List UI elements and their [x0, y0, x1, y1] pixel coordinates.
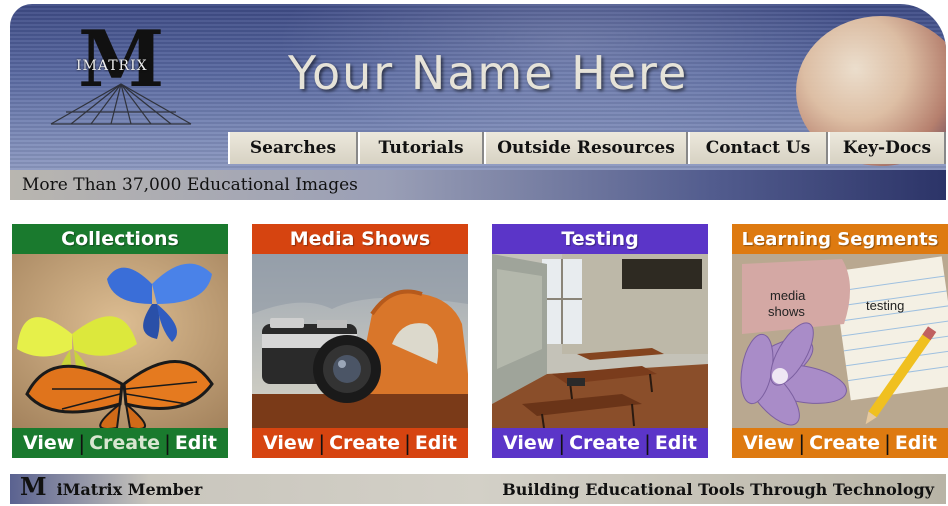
edit-link[interactable]: Edit	[891, 432, 941, 454]
footer-logo-icon: M	[20, 472, 47, 501]
logo-text: IMATRIX	[76, 58, 148, 74]
flower-collage-image[interactable]: media shows testing	[732, 254, 948, 428]
butterflies-image[interactable]	[12, 254, 228, 428]
separator: |	[164, 431, 171, 455]
separator: |	[318, 431, 326, 455]
card-learning-segments: Learning Segments media shows testing Vi…	[732, 224, 948, 458]
shows-label: shows	[768, 304, 805, 319]
tab-key-docs[interactable]: Key-Docs	[828, 132, 946, 164]
view-link[interactable]: View	[19, 432, 78, 454]
card-collections: Collections View | Create | Edit	[12, 224, 228, 458]
tagline: More Than 37,000 Educational Images	[22, 175, 358, 195]
edit-link[interactable]: Edit	[651, 432, 701, 454]
create-link[interactable]: Create	[85, 432, 164, 454]
view-link[interactable]: View	[739, 432, 798, 454]
create-link[interactable]: Create	[565, 432, 644, 454]
testing-label: testing	[866, 298, 904, 313]
card-actions-testing: View | Create | Edit	[492, 428, 708, 458]
tagline-bar: More Than 37,000 Educational Images	[10, 170, 946, 200]
imatrix-logo[interactable]: M IMATRIX	[46, 14, 196, 134]
separator: |	[644, 431, 651, 455]
card-testing: Testing View | Create | Edit	[492, 224, 708, 458]
camera-canyon-image[interactable]	[252, 254, 468, 428]
footer-bar: M iMatrix Member Building Educational To…	[10, 474, 946, 504]
view-link[interactable]: View	[499, 432, 558, 454]
card-title-collections[interactable]: Collections	[12, 224, 228, 254]
card-title-media-shows[interactable]: Media Shows	[252, 224, 468, 254]
card-actions-media-shows: View | Create | Edit	[252, 428, 468, 458]
separator: |	[884, 431, 891, 455]
card-actions-collections: View | Create | Edit	[12, 428, 228, 458]
tab-searches[interactable]: Searches	[228, 132, 358, 164]
classroom-image[interactable]	[492, 254, 708, 428]
separator: |	[558, 431, 566, 455]
card-title-testing[interactable]: Testing	[492, 224, 708, 254]
card-title-learning-segments[interactable]: Learning Segments	[732, 224, 948, 254]
view-link[interactable]: View	[259, 432, 318, 454]
footer-member-block[interactable]: M iMatrix Member	[20, 472, 203, 501]
tab-tutorials[interactable]: Tutorials	[358, 132, 484, 164]
footer-slogan: Building Educational Tools Through Techn…	[502, 479, 934, 499]
card-actions-learning-segments: View | Create | Edit	[732, 428, 948, 458]
media-label: media	[770, 288, 806, 303]
card-media-shows: Media Shows View | Create | Edit	[252, 224, 468, 458]
edit-link[interactable]: Edit	[171, 432, 221, 454]
edit-link[interactable]: Edit	[411, 432, 461, 454]
site-title: Your Name Here	[288, 46, 689, 100]
separator: |	[404, 431, 411, 455]
member-label: iMatrix Member	[56, 479, 203, 499]
create-link[interactable]: Create	[325, 432, 404, 454]
tab-outside-resources[interactable]: Outside Resources	[484, 132, 688, 164]
separator: |	[798, 431, 806, 455]
nav-tabs: Searches Tutorials Outside Resources Con…	[228, 132, 946, 164]
separator: |	[78, 431, 86, 455]
create-link[interactable]: Create	[805, 432, 884, 454]
tab-contact-us[interactable]: Contact Us	[688, 132, 828, 164]
